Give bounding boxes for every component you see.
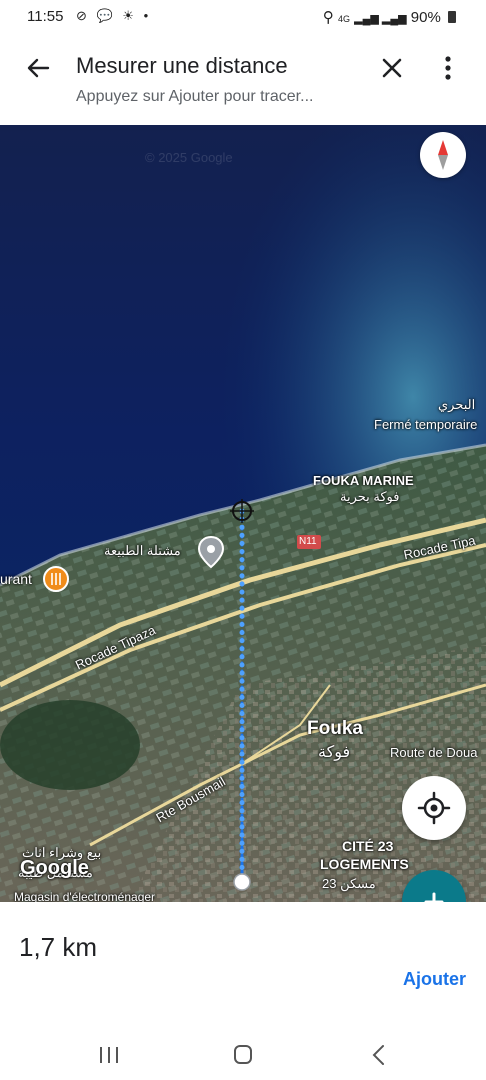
nav-back-icon[interactable] (364, 1042, 394, 1068)
map-label-restaurant[interactable]: urant (0, 571, 32, 587)
map-label-shop[interactable]: Magasin d'électroménager (14, 890, 155, 902)
map-label-fouka-marine-ar[interactable]: فوكة بحرية (340, 489, 399, 505)
add-button[interactable]: Ajouter (403, 969, 466, 990)
system-nav-bar (0, 1032, 486, 1080)
status-time: 11:55 (27, 8, 64, 25)
restaurant-pin-icon[interactable] (42, 565, 70, 593)
compass-button[interactable] (420, 132, 466, 178)
status-right: ⚲ 4G ▂▄▆ ▂▄▆ 90% (323, 8, 456, 26)
battery-icon (448, 11, 456, 23)
status-bar: 11:55 ⊘ 💬 ☀ • ⚲ 4G ▂▄▆ ▂▄▆ 90% (0, 0, 486, 36)
close-icon[interactable] (378, 54, 406, 82)
google-logo: Google (20, 857, 89, 879)
location-icon: ⚲ (322, 9, 334, 26)
map-label-cite-1[interactable]: CITÉ 23 (342, 838, 393, 854)
map-label-cite-2[interactable]: LOGEMENTS (320, 856, 409, 872)
map-label-route-douaouda: Route de Doua (390, 745, 478, 760)
back-arrow-icon[interactable] (24, 54, 52, 82)
map-label-bahri[interactable]: البحري (438, 397, 475, 413)
distance-value: 1,7 km (19, 932, 98, 962)
page-subtitle: Appuyez sur Ajouter pour tracer... (76, 88, 314, 105)
map-label-fouka-ar[interactable]: فوكة (318, 742, 350, 762)
more-options-icon[interactable] (436, 54, 460, 82)
map-label-cite-ar[interactable]: 23 مسكن (322, 876, 376, 892)
measure-panel: 1,7 km Ajouter (0, 902, 486, 1032)
battery-level: 90% (410, 9, 441, 26)
signal-icon: ▂▄▆ ▂▄▆ (354, 13, 407, 25)
map-label-fouka-marine[interactable]: FOUKA MARINE (313, 473, 414, 488)
compass-icon (438, 140, 448, 170)
my-location-button[interactable] (402, 776, 466, 840)
map-label-mashtala[interactable]: مشتلة الطبيعة (104, 543, 181, 559)
map-label-n11: N11 (299, 536, 317, 547)
network-label: 4G (337, 14, 350, 24)
app-bar: Mesurer une distance Appuyez sur Ajouter… (0, 36, 486, 124)
map-label-closed[interactable]: Fermé temporaire (374, 417, 477, 432)
page-title: Mesurer une distance (76, 53, 288, 78)
recent-apps-icon[interactable] (94, 1042, 124, 1068)
home-icon[interactable] (228, 1042, 258, 1068)
map-label-fouka[interactable]: Fouka (307, 718, 363, 740)
map-watermark: © 2025 Google (145, 150, 233, 165)
my-location-icon (417, 791, 451, 825)
status-notification-icons: ⊘ 💬 ☀ • (76, 8, 152, 23)
place-pin-icon[interactable] (197, 535, 225, 569)
